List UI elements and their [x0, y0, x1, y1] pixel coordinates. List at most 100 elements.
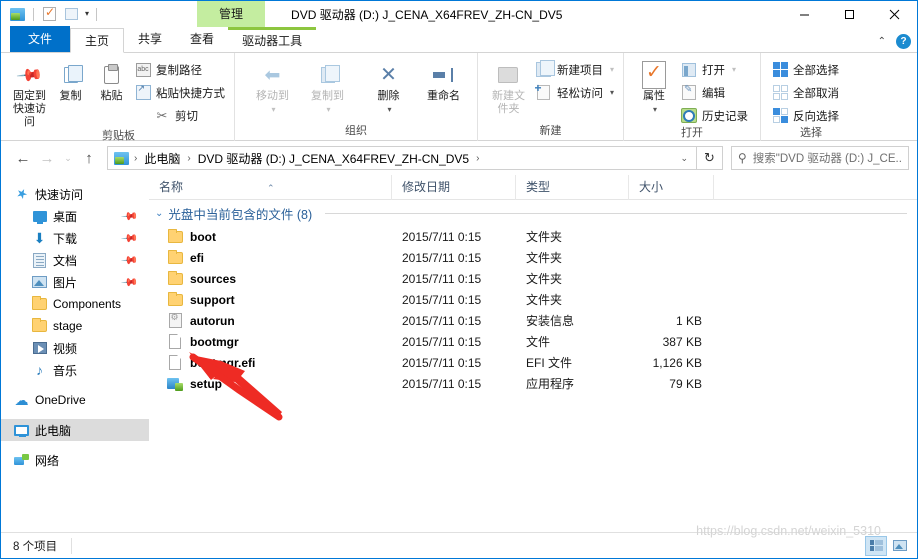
help-icon[interactable]: ? — [896, 34, 911, 49]
sidebar-label-components: Components — [53, 297, 122, 311]
breadcrumb-dropdown-chevron-down-icon[interactable]: ⌄ — [676, 153, 692, 164]
cut-button[interactable]: ✂ 剪切 — [132, 105, 228, 126]
new-folder-quick-icon[interactable] — [63, 6, 80, 23]
close-button[interactable] — [872, 1, 917, 27]
breadcrumb-separator-0[interactable]: › — [129, 153, 142, 164]
recent-locations-chevron-down-icon[interactable]: ⌄ — [59, 146, 77, 170]
column-header-type[interactable]: 类型 — [516, 174, 629, 200]
sidebar-item-downloads[interactable]: ⬇ 下载 📌 — [1, 227, 149, 249]
collapse-ribbon-chevron-up-icon[interactable]: ⌃ — [878, 36, 886, 47]
copy-icon — [63, 60, 83, 90]
select-all-button[interactable]: 全部选择 — [769, 59, 842, 80]
copy-to-chevron-down-icon[interactable]: ▾ — [326, 103, 330, 116]
move-to-button[interactable]: ⬅ 移动到 ▾ — [245, 57, 300, 116]
sidebar-label-downloads: 下载 — [53, 231, 78, 246]
download-icon: ⬇ — [33, 229, 46, 246]
column-header-name[interactable]: 名称 ⌃ — [149, 174, 392, 200]
file-date-cell: 2015/7/11 0:15 — [402, 229, 482, 244]
sidebar-item-documents[interactable]: 文档 📌 — [1, 249, 149, 271]
table-row[interactable]: bootmgr 2015/7/11 0:15 文件 387 KB — [149, 331, 917, 352]
sidebar-item-components[interactable]: Components — [1, 293, 149, 315]
properties-quick-icon[interactable] — [41, 5, 58, 23]
move-to-chevron-down-icon[interactable]: ▾ — [271, 103, 275, 116]
new-folder-button[interactable]: 新建文件夹 — [488, 57, 529, 116]
copy-button[interactable]: 复制 — [50, 57, 91, 103]
paste-label: 粘贴 — [100, 90, 123, 102]
window-title: DVD 驱动器 (D:) J_CENA_X64FREV_ZH-CN_DV5 — [291, 7, 563, 22]
ribbon-group-organize: ⬅ 移动到 ▾ 复制到 ▾ ✕ 删除 ▾ 重命名 组织 — [235, 53, 478, 141]
new-item-button[interactable]: 新建项目 ▾ — [533, 59, 617, 80]
qat-customize-chevron-down-icon[interactable]: ▾ — [85, 10, 89, 18]
details-view-button[interactable] — [865, 535, 887, 556]
file-name-label: autorun — [190, 313, 235, 328]
file-date-cell: 2015/7/11 0:15 — [402, 250, 482, 265]
folder-icon — [31, 296, 48, 310]
ribbon-group-open: 属性 ▾ 打开 ▾ 编辑 历史记录 — [624, 53, 761, 141]
delete-chevron-down-icon[interactable]: ▾ — [387, 103, 391, 116]
sidebar-item-onedrive[interactable]: ☁ OneDrive — [1, 389, 149, 411]
rename-button[interactable]: 重命名 — [416, 57, 471, 103]
up-button[interactable]: ↑ — [77, 146, 101, 170]
tab-drive-tools[interactable]: 驱动器工具 — [228, 27, 317, 52]
maximize-button[interactable] — [827, 1, 872, 27]
generic-file-icon — [167, 355, 183, 371]
table-row[interactable]: boot 2015/7/11 0:15 文件夹 — [149, 226, 917, 247]
table-row[interactable]: autorun 2015/7/11 0:15 安装信息 1 KB — [149, 310, 917, 331]
sidebar-item-pictures[interactable]: 图片 📌 — [1, 271, 149, 293]
tab-home[interactable]: 主页 — [70, 28, 125, 53]
search-input[interactable]: ⚲ 搜索"DVD 驱动器 (D:) J_CE... — [731, 146, 909, 170]
properties-chevron-down-icon[interactable]: ▾ — [653, 103, 657, 116]
large-icons-view-button[interactable] — [889, 536, 911, 556]
sidebar-item-videos[interactable]: 视频 — [1, 337, 149, 359]
table-row[interactable]: setup 2015/7/11 0:15 应用程序 79 KB — [149, 373, 917, 394]
column-header-date[interactable]: 修改日期 — [392, 174, 516, 200]
table-row[interactable]: bootmgr.efi 2015/7/11 0:15 EFI 文件 1,126 … — [149, 352, 917, 373]
tab-share[interactable]: 共享 — [124, 27, 176, 52]
delete-button[interactable]: ✕ 删除 ▾ — [361, 57, 416, 116]
cut-label: 剪切 — [175, 110, 198, 123]
breadcrumb-separator-1[interactable]: › — [182, 153, 195, 164]
table-row[interactable]: support 2015/7/11 0:15 文件夹 — [149, 289, 917, 310]
file-date-cell: 2015/7/11 0:15 — [402, 376, 482, 391]
sidebar-item-network[interactable]: 网络 — [1, 449, 149, 471]
tab-view[interactable]: 查看 — [176, 27, 228, 52]
sidebar-item-music[interactable]: ♪ 音乐 — [1, 359, 149, 381]
paste-shortcut-button[interactable]: 粘贴快捷方式 — [132, 82, 228, 103]
sidebar-item-desktop[interactable]: 桌面 📌 — [1, 205, 149, 227]
open-button[interactable]: 打开 ▾ — [678, 59, 751, 80]
easy-access-button[interactable]: 轻松访问 ▾ — [533, 81, 617, 103]
invert-selection-button[interactable]: 反向选择 — [769, 105, 842, 126]
file-date-cell: 2015/7/11 0:15 — [402, 355, 482, 370]
back-button[interactable]: ← — [11, 146, 35, 170]
pin-to-quick-access-button[interactable]: 📌 固定到快速访问 — [9, 57, 50, 129]
copy-path-button[interactable]: abc 复制路径 — [132, 59, 228, 80]
paste-button[interactable]: 粘贴 — [91, 57, 132, 103]
tab-file[interactable]: 文件 — [10, 26, 71, 52]
breadcrumb-separator-2[interactable]: › — [471, 153, 484, 164]
column-header-size[interactable]: 大小 — [629, 174, 714, 200]
chevron-down-icon[interactable]: ⌄ — [155, 208, 163, 219]
sidebar-item-stage[interactable]: stage — [1, 315, 149, 337]
history-button[interactable]: 历史记录 — [678, 105, 751, 126]
copy-to-button[interactable]: 复制到 ▾ — [300, 57, 355, 116]
sidebar-item-quick-access[interactable]: ★ 快速访问 — [1, 183, 149, 205]
open-chevron-down-icon[interactable]: ▾ — [732, 65, 736, 74]
breadcrumb-item-this-pc[interactable]: 此电脑 — [142, 150, 182, 167]
table-row[interactable]: efi 2015/7/11 0:15 文件夹 — [149, 247, 917, 268]
table-row[interactable]: sources 2015/7/11 0:15 文件夹 — [149, 268, 917, 289]
explorer-app-icon[interactable] — [9, 6, 26, 23]
file-name-label: boot — [190, 229, 216, 244]
properties-button[interactable]: 属性 ▾ — [632, 57, 676, 116]
select-none-button[interactable]: 全部取消 — [769, 82, 842, 103]
new-item-chevron-down-icon[interactable]: ▾ — [610, 65, 614, 74]
minimize-button[interactable] — [782, 1, 827, 27]
breadcrumb[interactable]: › 此电脑 › DVD 驱动器 (D:) J_CENA_X64FREV_ZH-C… — [107, 146, 697, 170]
forward-button[interactable]: → — [35, 146, 59, 170]
breadcrumb-item-dvd-drive[interactable]: DVD 驱动器 (D:) J_CENA_X64FREV_ZH-CN_DV5 — [196, 150, 471, 167]
edit-button[interactable]: 编辑 — [678, 82, 751, 103]
sidebar-label-this-pc: 此电脑 — [35, 423, 72, 438]
file-group-header[interactable]: ⌄ 光盘中当前包含的文件 (8) — [149, 200, 917, 226]
refresh-button[interactable]: ↻ — [697, 146, 723, 170]
easy-access-chevron-down-icon[interactable]: ▾ — [610, 88, 614, 97]
sidebar-item-this-pc[interactable]: 此电脑 — [1, 419, 149, 441]
